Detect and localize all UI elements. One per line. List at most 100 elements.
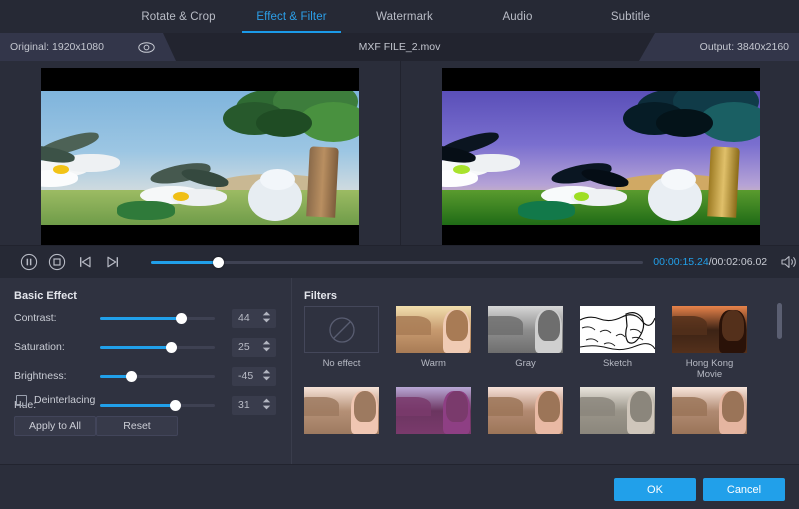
reset-button[interactable]: Reset [96, 416, 178, 436]
current-time: 00:00:15.24 [653, 256, 708, 268]
ok-button[interactable]: OK [614, 478, 696, 501]
filter-label: Sketch [580, 358, 655, 369]
filters-scrollbar-thumb[interactable] [777, 303, 782, 339]
stepper-arrows[interactable] [262, 340, 271, 352]
slider-knob[interactable] [170, 400, 181, 411]
stop-circle-icon[interactable] [46, 251, 68, 273]
tab-bar-spacer [0, 0, 122, 33]
original-letterbox [41, 68, 359, 248]
player-bar: 00:00:15.24/00:02:06.02 [0, 245, 799, 278]
effect-letterbox [442, 68, 760, 248]
tab-bar: Rotate & Crop Effect & Filter Watermark … [0, 0, 799, 33]
sketch-thumbnail [580, 306, 655, 353]
apply-to-all-button[interactable]: Apply to All [14, 416, 96, 436]
slider-knob[interactable] [166, 342, 177, 353]
dialog-footer: OK Cancel [0, 464, 799, 509]
tab-effect-filter[interactable]: Effect & Filter [235, 0, 348, 33]
brightness-slider[interactable] [100, 369, 215, 383]
filter-item[interactable]: Gray [488, 306, 563, 380]
reset-label: Reset [123, 420, 150, 432]
filter-item[interactable] [580, 387, 655, 439]
saturation-stepper[interactable]: 25 [232, 338, 276, 357]
filter-item[interactable]: Warm [396, 306, 471, 380]
no-effect-icon [327, 315, 357, 345]
filter-thumbnail [396, 306, 471, 353]
filter-label: No effect [304, 358, 379, 369]
previous-frame-icon[interactable] [74, 251, 96, 273]
original-resolution-label: Original: 1920x1080 [10, 41, 104, 53]
stepper-arrows[interactable] [262, 369, 271, 381]
brightness-stepper[interactable]: -45 [232, 367, 276, 386]
filter-thumbnail [580, 306, 655, 353]
saturation-label: Saturation: [14, 341, 65, 353]
tab-subtitle[interactable]: Subtitle [574, 0, 687, 33]
filter-thumbnail [488, 387, 563, 434]
next-frame-icon[interactable] [102, 251, 124, 273]
saturation-value: 25 [238, 341, 250, 353]
tab-watermark[interactable]: Watermark [348, 0, 461, 33]
filter-thumbnail [488, 306, 563, 353]
apply-to-all-label: Apply to All [29, 420, 81, 432]
hue-value: 31 [238, 399, 250, 411]
effect-preview-pane [400, 61, 799, 245]
filter-thumbnail [304, 306, 379, 353]
filter-thumbnail [396, 387, 471, 434]
pause-circle-icon[interactable] [18, 251, 40, 273]
filters-grid: No effect Warm Gray Sketch Hong Kong Movie [304, 306, 774, 446]
filter-item[interactable]: No effect [304, 306, 379, 380]
tab-label: Effect & Filter [256, 11, 326, 23]
video-scene-original [41, 91, 359, 225]
stepper-arrows[interactable] [262, 311, 271, 323]
filter-item[interactable] [488, 387, 563, 439]
filters-scrollbar[interactable] [777, 303, 782, 458]
filter-thumbnail [672, 306, 747, 353]
basic-effect-title: Basic Effect [14, 290, 77, 302]
tab-label: Watermark [376, 11, 433, 23]
filter-thumbnail [672, 387, 747, 434]
deinterlacing-label: Deinterlacing [34, 394, 95, 406]
contrast-slider[interactable] [100, 311, 215, 325]
effect-filter-dialog: Rotate & Crop Effect & Filter Watermark … [0, 0, 799, 509]
filter-item[interactable] [396, 387, 471, 439]
filter-item[interactable] [304, 387, 379, 439]
basic-effect-panel: Basic Effect Contrast: 44 Saturati [0, 278, 292, 464]
stepper-arrows[interactable] [262, 398, 271, 410]
seek-track [151, 261, 643, 264]
tab-label: Audio [503, 11, 533, 23]
brightness-label: Brightness: [14, 370, 67, 382]
slider-knob[interactable] [176, 313, 187, 324]
effect-video-frame [442, 91, 760, 225]
tab-audio[interactable]: Audio [461, 0, 574, 33]
output-resolution-ribbon: Output: 3840x2160 [639, 33, 799, 61]
checkbox-box[interactable] [16, 395, 27, 406]
cancel-button[interactable]: Cancel [703, 478, 785, 501]
saturation-slider[interactable] [100, 340, 215, 354]
effect-row-contrast: Contrast: 44 [0, 307, 292, 329]
filter-label: Hong Kong Movie [672, 358, 747, 380]
seek-fill [151, 261, 217, 264]
volume-icon[interactable] [779, 252, 799, 272]
contrast-stepper[interactable]: 44 [232, 309, 276, 328]
filter-label: Gray [488, 358, 563, 369]
filters-panel: Filters No effect Warm Gray Sketch Hong Kong… [293, 278, 799, 464]
filter-item[interactable] [672, 387, 747, 439]
seek-knob[interactable] [213, 257, 224, 268]
video-scene-filtered [442, 91, 760, 225]
effect-row-brightness: Brightness: -45 [0, 365, 292, 387]
hue-slider[interactable] [100, 398, 215, 412]
hue-stepper[interactable]: 31 [232, 396, 276, 415]
tab-rotate-crop[interactable]: Rotate & Crop [122, 0, 235, 33]
preview-area [0, 61, 799, 245]
contrast-value: 44 [238, 312, 250, 324]
slider-knob[interactable] [126, 371, 137, 382]
output-resolution-label: Output: 3840x2160 [700, 41, 789, 53]
filter-thumbnail [304, 387, 379, 434]
filters-title: Filters [304, 290, 337, 302]
deinterlacing-checkbox[interactable]: Deinterlacing [16, 394, 95, 406]
slider-fill [100, 346, 171, 349]
seek-slider[interactable] [151, 255, 643, 269]
eye-icon[interactable] [133, 39, 159, 55]
filter-item[interactable]: Sketch [580, 306, 655, 380]
filter-item[interactable]: Hong Kong Movie [672, 306, 747, 380]
original-preview-pane [0, 61, 400, 245]
